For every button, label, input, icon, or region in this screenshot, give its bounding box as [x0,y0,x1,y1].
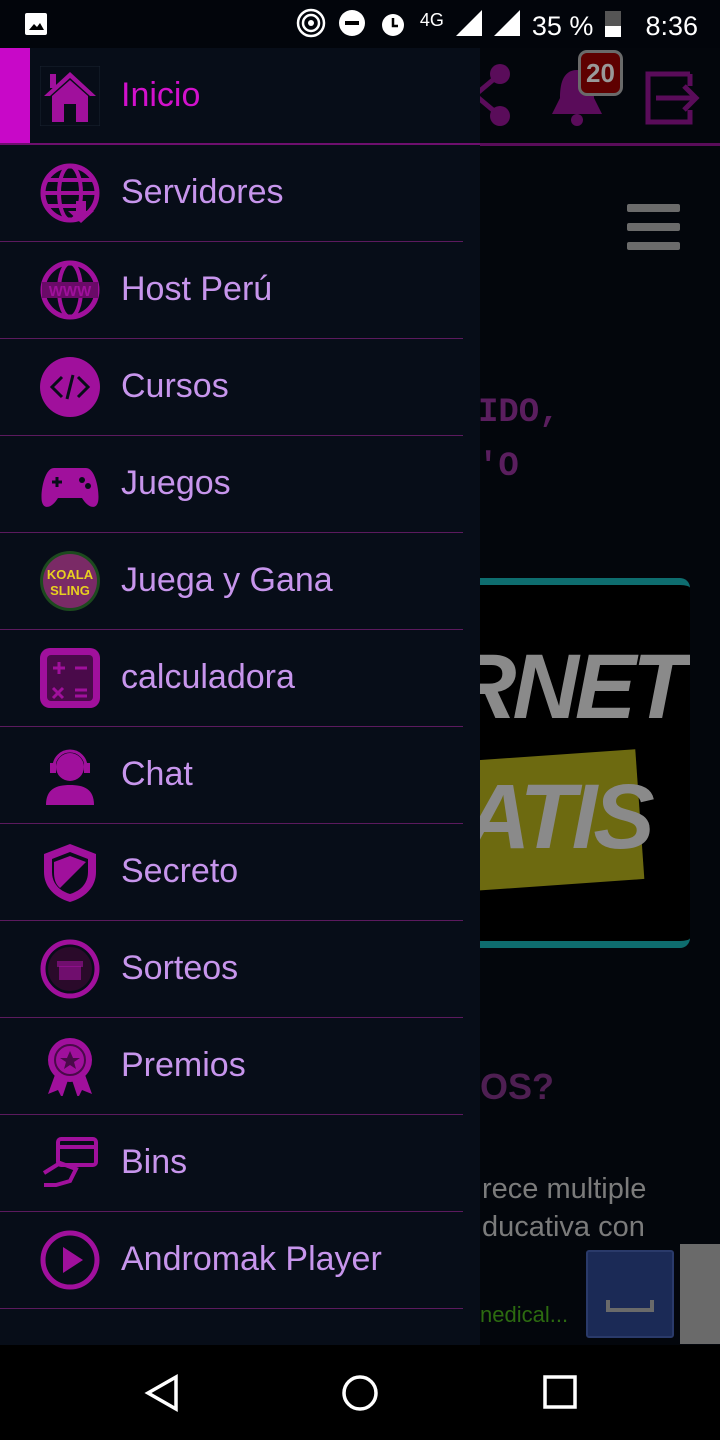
ad-side-panel [680,1244,720,1344]
calculator-icon [40,648,100,708]
drawer-item-secreto[interactable]: Secreto [0,824,480,921]
drawer-item-inicio[interactable]: Inicio [0,48,480,145]
svg-text:SLING: SLING [50,583,90,598]
drawer-item-label: Cursos [121,367,229,405]
home-nav-icon[interactable] [340,1373,380,1418]
award-icon [40,1036,100,1098]
drawer-item-juega-y-gana[interactable]: KOALA SLING Juega y Gana [0,533,480,630]
shield-icon [40,842,100,902]
card-icon [40,1133,100,1193]
drawer-item-label: Andromak Player [121,1240,382,1278]
battery-icon [605,9,622,44]
drawer-item-label: Host Perú [121,270,273,308]
drawer-item-premios[interactable]: Premios [0,1018,480,1115]
drawer-item-calculadora[interactable]: calculadora [0,630,480,727]
support-agent-icon [40,745,100,805]
back-icon[interactable] [142,1373,182,1418]
banner-text-2: ATIS [470,766,655,868]
paragraph: rece multiple ducativa con [482,1170,646,1246]
system-nav-bar [0,1345,720,1440]
battery-level: 35 % [531,11,594,41]
code-icon [40,357,100,417]
drawer-item-label: Bins [121,1143,188,1181]
hotspot-icon [296,8,326,45]
gamepad-icon [40,454,100,514]
drawer-item-label: Chat [121,755,193,793]
koala-sling-icon: KOALA SLING [40,551,100,611]
promo-banner[interactable]: RNET ATIS [470,578,690,948]
welcome-heading: IDO, [478,394,560,432]
logout-icon[interactable] [642,70,702,131]
drawer-item-andromak-player[interactable]: Andromak Player [0,1212,480,1309]
drawer-item-chat[interactable]: Chat [0,727,480,824]
signal-icon [455,10,482,43]
play-icon [40,1230,100,1290]
drawer-item-label: Servidores [121,173,284,211]
banner-text: RNET [470,636,688,738]
drawer-item-bins[interactable]: Bins [0,1115,480,1212]
selected-indicator [0,48,30,144]
dnd-icon [338,9,366,44]
gift-icon [40,939,100,999]
globe-www-icon: WWW [40,260,100,320]
globe-download-icon [40,163,100,223]
drawer-item-label: Juega y Gana [121,561,333,599]
menu-icon[interactable] [627,204,680,261]
network-type: 4G [419,10,444,30]
drawer-item-host-per-[interactable]: WWW Host Perú [0,242,480,339]
ad-button[interactable] [586,1250,674,1338]
drawer-item-label: calculadora [121,658,295,696]
section-heading: OS? [480,1066,555,1107]
ad-link[interactable]: nedical... [480,1302,568,1328]
drawer-item-label: Secreto [121,852,239,890]
drawer-item-label: Premios [121,1046,246,1084]
svg-text:KOALA: KOALA [47,567,94,582]
paragraph-line: ducativa con [482,1211,645,1243]
drawer-item-label: Sorteos [121,949,239,987]
drawer-item-servidores[interactable]: Servidores [0,145,480,242]
paragraph-line: rece multiple [482,1173,647,1205]
home-icon [39,65,101,127]
drawer-item-juegos[interactable]: Juegos [0,436,480,533]
drawer-item-sorteos[interactable]: Sorteos [0,921,480,1018]
clock: 8:36 [645,11,698,41]
signal-icon-2 [493,10,520,43]
gallery-notification-icon [24,12,48,43]
app-bar-divider [480,143,720,146]
alarm-icon [378,8,408,45]
divider [0,1308,463,1309]
drawer-item-label: Juegos [121,464,231,502]
navigation-drawer: Inicio Servidores WWW Host Perú Cursos Juegos… [0,48,480,1345]
welcome-heading-2: 'O [478,448,519,486]
recents-icon[interactable] [542,1373,578,1418]
drawer-item-cursos[interactable]: Cursos [0,339,480,436]
svg-text:WWW: WWW [49,283,92,300]
notification-badge: 20 [578,50,623,96]
drawer-item-label: Inicio [121,76,201,114]
status-bar: 4G 35 % 8:36 [0,0,720,48]
